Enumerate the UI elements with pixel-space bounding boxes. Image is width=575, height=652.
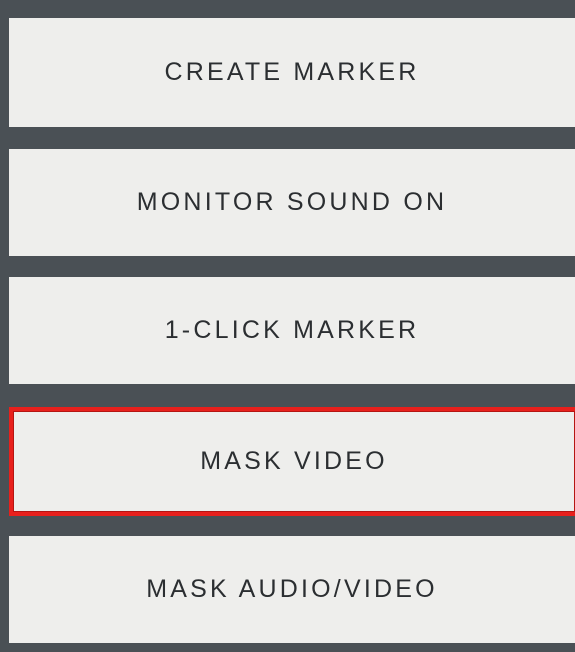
- monitor-sound-on-label: MONITOR SOUND ON: [136, 188, 448, 216]
- panel-left-edge: [0, 0, 9, 652]
- mask-video-button[interactable]: MASK VIDEO: [9, 407, 575, 516]
- mask-audio-video-button[interactable]: MASK AUDIO/VIDEO: [9, 536, 575, 643]
- mask-audio-video-label: MASK AUDIO/VIDEO: [146, 575, 438, 603]
- context-menu-panel: CREATE MARKER MONITOR SOUND ON 1-CLICK M…: [0, 0, 575, 652]
- one-click-marker-label: 1-CLICK MARKER: [164, 316, 420, 344]
- monitor-sound-on-button[interactable]: MONITOR SOUND ON: [9, 149, 575, 256]
- create-marker-button[interactable]: CREATE MARKER: [9, 18, 575, 127]
- create-marker-label: CREATE MARKER: [164, 58, 420, 86]
- mask-video-label: MASK VIDEO: [200, 447, 388, 475]
- one-click-marker-button[interactable]: 1-CLICK MARKER: [9, 277, 575, 384]
